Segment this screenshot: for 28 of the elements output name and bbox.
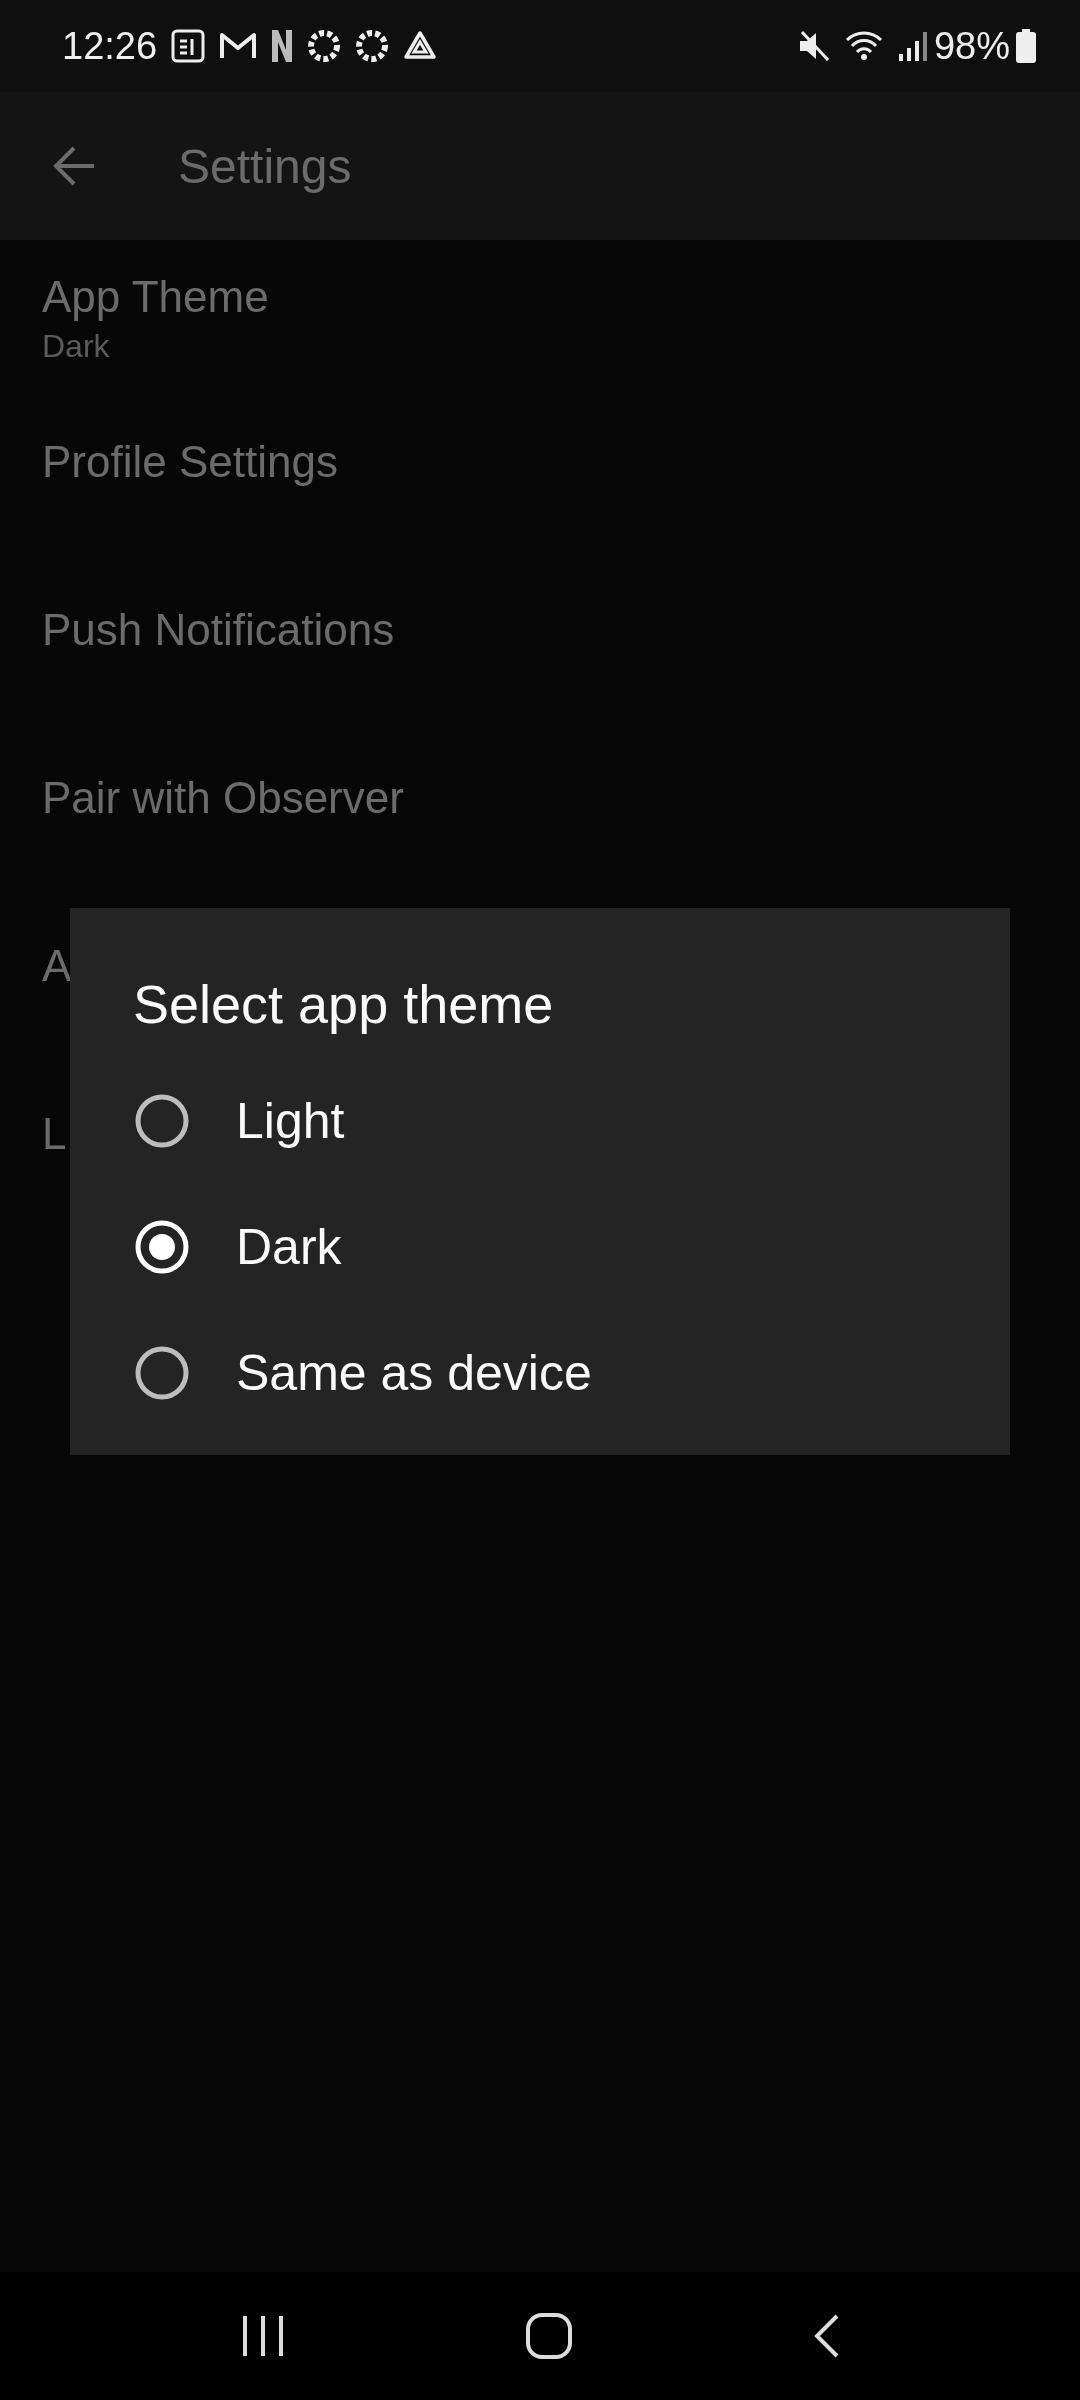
- mail-icon: [219, 31, 258, 61]
- app-icon: [271, 29, 294, 63]
- back-icon[interactable]: [812, 2313, 841, 2359]
- triangle-icon: [403, 30, 438, 62]
- screen-title: Settings: [178, 138, 352, 194]
- setting-value: Dark: [42, 327, 111, 366]
- home-icon[interactable]: [525, 2312, 573, 2360]
- option-label[interactable]: Dark: [236, 1218, 342, 1276]
- back-arrow-icon[interactable]: [52, 146, 96, 186]
- dialog-title: Select app theme: [133, 973, 555, 1036]
- dotted-circle-icon: [355, 29, 390, 63]
- radio-button[interactable]: [133, 1344, 191, 1402]
- setting-title[interactable]: Pair with Observer: [42, 769, 1080, 827]
- setting-title[interactable]: Profile Settings: [42, 433, 1080, 491]
- mute-icon: [797, 29, 830, 63]
- dotted-circle-icon: [307, 29, 342, 63]
- calendar-icon: [171, 29, 206, 63]
- signal-icon: [897, 30, 928, 62]
- status-time: 12:26: [62, 24, 158, 68]
- battery-percent: 98%: [933, 24, 1010, 68]
- setting-title[interactable]: App Theme: [42, 268, 1080, 326]
- radio-button[interactable]: [133, 1092, 191, 1150]
- battery-icon: [1016, 29, 1036, 63]
- wifi-icon: [843, 29, 884, 63]
- option-label[interactable]: Same as device: [236, 1344, 592, 1402]
- option-label[interactable]: Light: [236, 1092, 345, 1150]
- radio-button[interactable]: [133, 1218, 191, 1276]
- setting-title[interactable]: Push Notifications: [42, 601, 1080, 659]
